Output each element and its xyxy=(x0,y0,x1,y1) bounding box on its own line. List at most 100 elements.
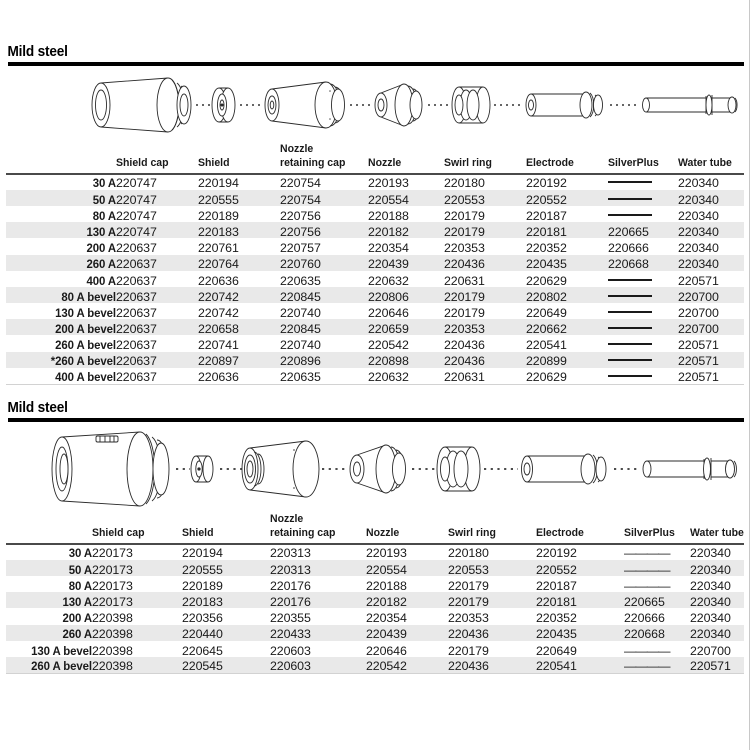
cell-shield-cap: 220637 xyxy=(116,322,157,337)
cell-amperage: 50 A xyxy=(92,192,116,207)
table-body-2: 30 A 220173 220194 220313 220193 220180 220192… xyxy=(6,544,744,674)
header-water-tube: Water tube xyxy=(678,158,740,175)
cell-nozzle-retaining-cap: 220313 xyxy=(270,546,311,561)
empty-value-dash xyxy=(608,197,652,200)
cell-water-tube: 220571 xyxy=(690,656,744,674)
cell-swirl-ring: 220353 xyxy=(444,322,485,337)
cell-amperage: 30 A xyxy=(68,546,92,561)
cell-amperage: 400 A bevel xyxy=(14,367,116,385)
header-amperage-2 xyxy=(6,528,86,545)
cell-swirl-ring: 220436 xyxy=(444,257,485,272)
cell-shield: 220545 xyxy=(182,656,270,674)
cell-swirl-ring: 220180 xyxy=(448,546,489,561)
cell-amperage: 80 A xyxy=(92,208,116,223)
header-shield: Shield xyxy=(198,158,275,175)
header-blank-b1 xyxy=(6,514,86,528)
table-row: 260 A 220398 220440 220433 220439 220436 22043… xyxy=(6,624,744,642)
cell-silverplus xyxy=(608,335,678,351)
header-blank-2 xyxy=(116,144,192,158)
cell-shield-cap: 220637 xyxy=(116,305,157,320)
part-nozzle-icon xyxy=(374,83,423,127)
cell-amperage: 200 A xyxy=(62,611,92,626)
header-blank-b7 xyxy=(624,514,685,528)
cell-shield: 220761 xyxy=(198,241,239,256)
cell-nozzle: 220188 xyxy=(366,578,407,593)
cell-shield-cap: 220398 xyxy=(92,656,182,674)
part-nozzle-retaining-cap-icon xyxy=(241,440,320,498)
header-blank-b6 xyxy=(536,514,618,528)
parts-table-2: Nozzle Shield cap Shield retaining cap N… xyxy=(6,513,744,674)
cell-water-tube: 220340 xyxy=(678,192,719,207)
table-row: 80 A 220747 220189 220756 220188 220179 220187… xyxy=(6,206,744,222)
exploded-consumables-diagram-2 xyxy=(0,422,750,514)
cell-nozzle-retaining-cap: 220603 xyxy=(270,656,366,674)
cell-nozzle-retaining-cap: 220740 xyxy=(280,305,321,320)
header-blank-b3 xyxy=(182,514,264,528)
cell-shield-cap: 220637 xyxy=(116,338,157,353)
cell-shield-cap: 220637 xyxy=(116,354,157,369)
cell-shield: 220194 xyxy=(182,546,223,561)
cell-water-tube: 220340 xyxy=(690,546,731,561)
header-blank-8 xyxy=(678,144,739,158)
cell-swirl-ring: 220353 xyxy=(444,241,485,256)
cell-electrode: 220629 xyxy=(526,273,567,288)
cell-electrode: 220181 xyxy=(526,224,567,239)
cell-swirl-ring: 220631 xyxy=(444,273,485,288)
header-nozzle-retaining-cap-line2: retaining cap xyxy=(280,158,362,175)
table-row: 130 A 220747 220183 220756 220182 220179 22018… xyxy=(6,222,744,239)
empty-value-dash: ———— xyxy=(624,659,671,674)
part-swirl-ring-icon xyxy=(451,86,491,124)
cell-shield-cap: 220637 xyxy=(116,367,198,385)
cell-electrode: 220899 xyxy=(526,354,567,369)
cell-shield: 220356 xyxy=(182,611,223,626)
header-nozzle-retaining-cap-line2-2: retaining cap xyxy=(270,528,360,545)
cell-swirl-ring: 220553 xyxy=(444,192,485,207)
cell-silverplus: ———— xyxy=(624,576,690,592)
cell-nozzle: 220632 xyxy=(368,367,444,385)
cell-shield: 220636 xyxy=(198,367,280,385)
cell-electrode: 220435 xyxy=(536,627,577,642)
empty-value-dash xyxy=(608,278,652,281)
cell-shield-cap: 220747 xyxy=(116,208,157,223)
cell-silverplus xyxy=(608,287,678,303)
cell-shield: 220764 xyxy=(198,257,239,272)
cell-electrode: 220187 xyxy=(526,208,567,223)
cell-shield-cap: 220637 xyxy=(116,241,157,256)
empty-value-dash: ———— xyxy=(624,562,671,577)
header-swirl-ring: Swirl ring xyxy=(444,158,521,175)
cell-nozzle: 220354 xyxy=(368,241,409,256)
cell-shield-cap: 220747 xyxy=(116,224,157,239)
cell-silverplus: 220668 xyxy=(624,627,665,642)
table-header-upper-row: Nozzle xyxy=(6,143,744,158)
cell-water-tube: 220340 xyxy=(690,578,731,593)
cell-electrode: 220352 xyxy=(526,241,567,256)
table-row: 200 A 220637 220761 220757 220354 220353 22035… xyxy=(6,238,744,256)
table-row: 80 A bevel 220637 220742 220845 220806 220179… xyxy=(6,286,744,304)
empty-value-dash xyxy=(608,213,652,216)
cell-water-tube: 220340 xyxy=(678,257,719,272)
cell-nozzle: 220806 xyxy=(368,289,409,304)
cell-nozzle-retaining-cap: 220603 xyxy=(270,643,311,658)
table-row: 50 A 220173 220555 220313 220554 220553 220552… xyxy=(6,559,744,577)
header-amperage xyxy=(6,158,109,175)
cell-electrode: 220187 xyxy=(536,578,577,593)
cell-water-tube: 220340 xyxy=(678,224,719,239)
cell-electrode: 220541 xyxy=(526,338,567,353)
cell-shield: 220741 xyxy=(198,338,239,353)
cell-silverplus xyxy=(608,319,678,335)
cell-shield: 220742 xyxy=(198,289,239,304)
cell-nozzle-retaining-cap: 220313 xyxy=(270,562,311,577)
cell-shield-cap: 220398 xyxy=(92,611,133,626)
header-nozzle-retaining-cap-line1-2: Nozzle xyxy=(270,513,304,525)
part-electrode-icon xyxy=(525,91,603,119)
cell-electrode: 220541 xyxy=(536,656,624,674)
cell-swirl-ring: 220179 xyxy=(448,643,489,658)
cell-electrode: 220435 xyxy=(526,257,567,272)
cell-shield: 220645 xyxy=(182,643,223,658)
cell-water-tube: 220340 xyxy=(690,562,731,577)
empty-value-dash xyxy=(608,343,652,346)
header-water-tube-2: Water tube xyxy=(690,528,744,545)
part-water-tube-icon xyxy=(642,94,738,116)
cell-amperage: 200 A xyxy=(86,241,116,256)
cell-electrode: 220552 xyxy=(536,562,577,577)
